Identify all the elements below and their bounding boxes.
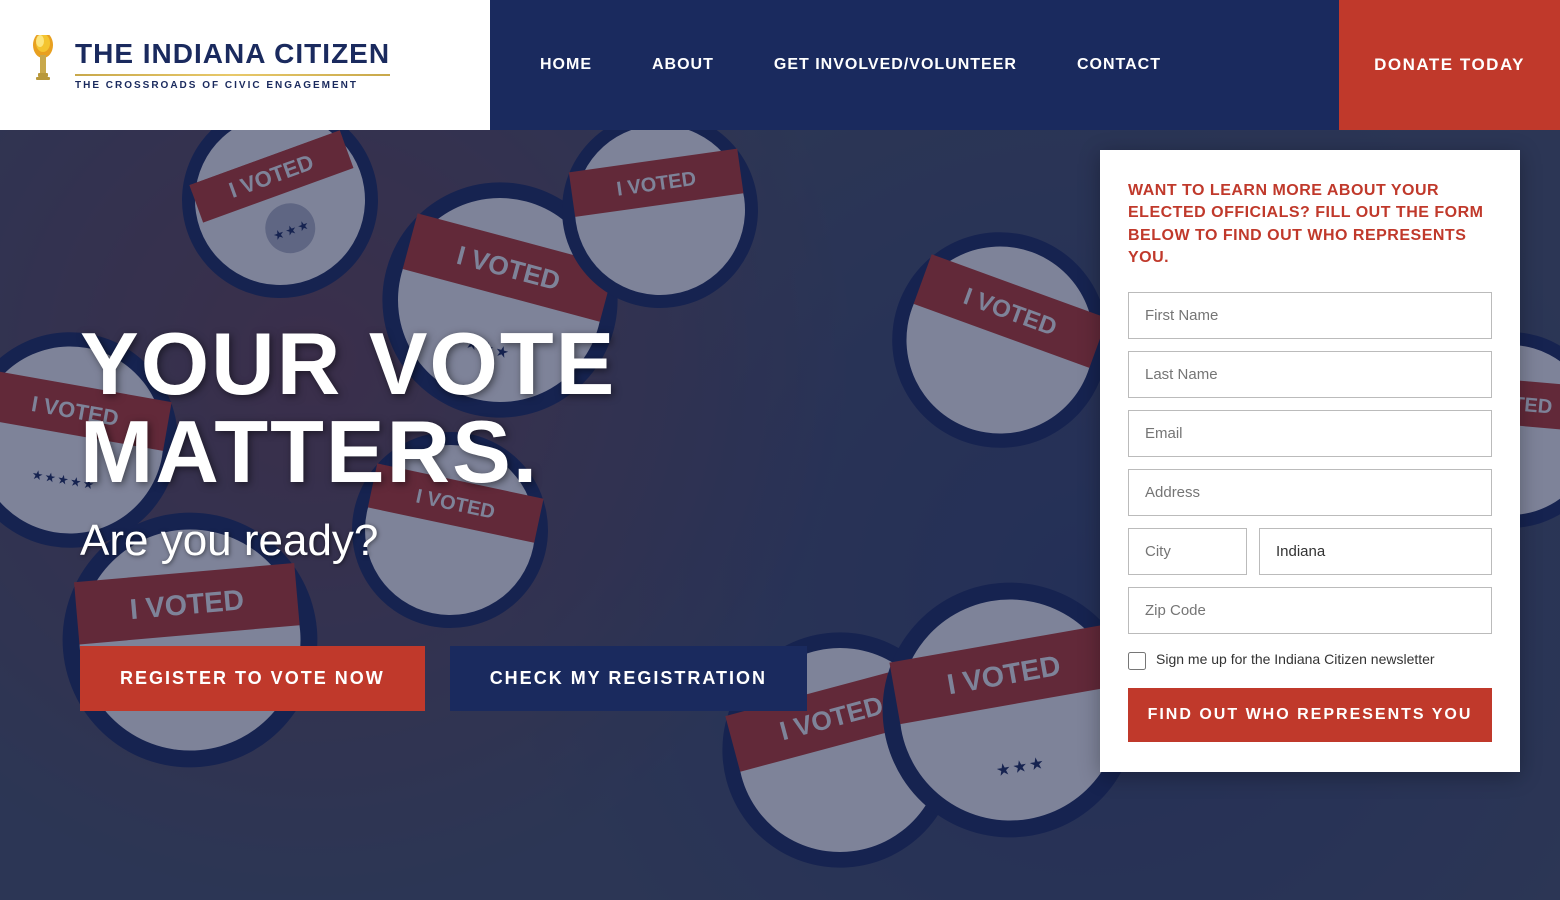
hero-main-heading: YOUR VOTE MATTERS. (80, 320, 780, 496)
newsletter-label[interactable]: Sign me up for the Indiana Citizen newsl… (1156, 650, 1435, 670)
main-nav: HOME ABOUT GET INVOLVED/VOLUNTEER CONTAC… (490, 0, 1339, 130)
hero-content: YOUR VOTE MATTERS. Are you ready? REGIST… (0, 130, 860, 900)
newsletter-row: Sign me up for the Indiana Citizen newsl… (1128, 650, 1492, 670)
logo-title: THE INDIANA CITIZEN (75, 39, 390, 70)
register-button[interactable]: REGISTER TO VOTE NOW (80, 646, 425, 711)
email-input[interactable] (1128, 410, 1492, 457)
zip-input[interactable] (1128, 587, 1492, 634)
check-registration-button[interactable]: CHECK MY REGISTRATION (450, 646, 807, 711)
donate-button[interactable]: DONATE TODAY (1339, 0, 1560, 130)
last-name-input[interactable] (1128, 351, 1492, 398)
logo-area: THE INDIANA CITIZEN THE CROSSROADS OF CI… (0, 0, 490, 130)
nav-home[interactable]: HOME (520, 46, 612, 84)
nav-get-involved[interactable]: GET INVOLVED/VOLUNTEER (754, 46, 1037, 84)
logo-underline (75, 74, 390, 76)
logo-subtitle: THE CROSSROADS OF CIVIC ENGAGEMENT (75, 80, 390, 91)
logo-text-block: THE INDIANA CITIZEN THE CROSSROADS OF CI… (75, 39, 390, 91)
newsletter-checkbox[interactable] (1128, 652, 1146, 670)
torch-icon (25, 35, 61, 95)
city-state-row (1128, 528, 1492, 575)
first-name-input[interactable] (1128, 292, 1492, 339)
state-input[interactable] (1259, 528, 1492, 575)
officials-form: WANT TO LEARN MORE ABOUT YOUR ELECTED OF… (1100, 150, 1520, 772)
nav-contact[interactable]: CONTACT (1057, 46, 1181, 84)
hero-sub-heading: Are you ready? (80, 516, 780, 566)
hero-buttons: REGISTER TO VOTE NOW CHECK MY REGISTRATI… (80, 646, 780, 711)
address-input[interactable] (1128, 469, 1492, 516)
form-heading: WANT TO LEARN MORE ABOUT YOUR ELECTED OF… (1128, 180, 1492, 270)
find-representatives-button[interactable]: FIND OUT WHO REPRESENTS YOU (1128, 688, 1492, 742)
nav-about[interactable]: ABOUT (632, 46, 734, 84)
city-input[interactable] (1128, 528, 1247, 575)
hero-section: I VOTED ★ ★ ★ I VOTED ★ ★ ★ ★ ★ I VOTED … (0, 130, 1560, 900)
header: THE INDIANA CITIZEN THE CROSSROADS OF CI… (0, 0, 1560, 130)
